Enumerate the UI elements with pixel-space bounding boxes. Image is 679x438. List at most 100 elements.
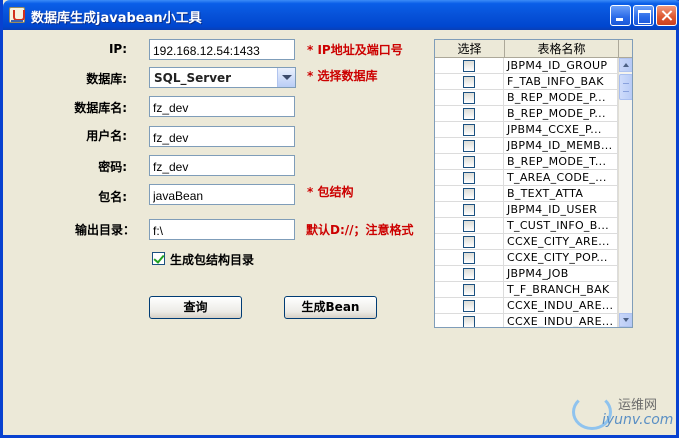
table-row[interactable]: JBPM4_ID_GROUP bbox=[435, 58, 618, 74]
output-dir-label: 输出目录： bbox=[74, 223, 135, 237]
row-select-checkbox[interactable] bbox=[463, 172, 475, 184]
row-select-checkbox[interactable] bbox=[463, 156, 475, 168]
row-select-checkbox[interactable] bbox=[463, 204, 475, 216]
output-dir-hint: 默认D://；注意格式 bbox=[306, 223, 414, 237]
table-row[interactable]: T_F_BRANCH_BAK bbox=[435, 282, 618, 298]
ip-label: IP: bbox=[108, 42, 127, 56]
row-select-cell bbox=[435, 250, 504, 266]
password-label: 密码: bbox=[98, 160, 127, 174]
table-row[interactable]: JBPM4_ID_MEMB... bbox=[435, 138, 618, 154]
username-label: 用户名: bbox=[86, 129, 127, 143]
scroll-down-icon[interactable] bbox=[619, 313, 632, 327]
row-table-name: T_CUST_INFO_B... bbox=[505, 218, 618, 234]
row-select-checkbox[interactable] bbox=[463, 252, 475, 264]
table-row[interactable]: T_AREA_CODE_... bbox=[435, 170, 618, 186]
row-select-checkbox[interactable] bbox=[463, 284, 475, 296]
output-dir-field[interactable] bbox=[149, 219, 295, 240]
password-field[interactable] bbox=[149, 155, 295, 176]
title-bar[interactable]: 数据库生成javabean小工具 bbox=[3, 0, 679, 30]
table-row[interactable]: B_REP_MODE_P... bbox=[435, 106, 618, 122]
watermark-cn: 运维网 bbox=[618, 398, 658, 413]
table-row[interactable]: JBPM4_JOB bbox=[435, 266, 618, 282]
gen-package-dirs-checkbox[interactable] bbox=[152, 252, 165, 265]
package-field[interactable] bbox=[149, 184, 295, 205]
table-row[interactable]: F_TAB_INFO_BAK bbox=[435, 74, 618, 90]
row-table-name: JBPM4_ID_USER bbox=[505, 202, 618, 218]
row-select-cell bbox=[435, 170, 504, 186]
row-table-name: CCXE_CITY_POP... bbox=[505, 250, 618, 266]
row-table-name: T_AREA_CODE_... bbox=[505, 170, 618, 186]
row-table-name: JBPM4_ID_MEMB... bbox=[505, 138, 618, 154]
db-name-field[interactable] bbox=[149, 96, 295, 117]
row-select-cell bbox=[435, 202, 504, 218]
row-select-cell bbox=[435, 106, 504, 122]
row-table-name: CCXE_INDU_ARE... bbox=[505, 298, 618, 314]
table-header: 选择 表格名称 bbox=[435, 40, 632, 58]
row-select-cell bbox=[435, 74, 504, 90]
db-type-label: 数据库: bbox=[86, 72, 127, 86]
row-select-checkbox[interactable] bbox=[463, 76, 475, 88]
gen-package-dirs-label: 生成包结构目录 bbox=[170, 253, 255, 267]
row-select-cell bbox=[435, 282, 504, 298]
table-row[interactable]: JBPM4_ID_USER bbox=[435, 202, 618, 218]
scroll-thumb[interactable] bbox=[619, 74, 632, 100]
query-button[interactable]: 查询 bbox=[149, 296, 242, 319]
row-select-checkbox[interactable] bbox=[463, 60, 475, 72]
table-row[interactable]: CCXE_CITY_ARE... bbox=[435, 234, 618, 250]
row-select-checkbox[interactable] bbox=[463, 300, 475, 312]
row-select-checkbox[interactable] bbox=[463, 124, 475, 136]
chevron-down-icon[interactable] bbox=[277, 68, 295, 87]
row-select-checkbox[interactable] bbox=[463, 316, 475, 327]
watermark-en: iyunv.com bbox=[602, 412, 674, 428]
table-row[interactable]: CCXE_INDU_ARE... bbox=[435, 298, 618, 314]
table-row[interactable]: CCXE_CITY_POP... bbox=[435, 250, 618, 266]
table-row[interactable]: JPBM4_CCXE_P... bbox=[435, 122, 618, 138]
table-row[interactable]: B_REP_MODE_T... bbox=[435, 154, 618, 170]
db-type-select[interactable]: SQL_Server bbox=[149, 67, 296, 88]
row-table-name: B_TEXT_ATTA bbox=[505, 186, 618, 202]
package-label: 包名: bbox=[98, 190, 127, 204]
watermark: 运维网 iyunv.com bbox=[572, 390, 674, 435]
java-cup-icon bbox=[9, 7, 25, 23]
username-field[interactable] bbox=[149, 126, 295, 147]
minimize-button[interactable] bbox=[610, 5, 631, 26]
row-table-name: JBPM4_JOB bbox=[505, 266, 618, 282]
db-name-label: 数据库名: bbox=[74, 101, 127, 115]
ip-field[interactable] bbox=[149, 39, 295, 60]
row-select-cell bbox=[435, 138, 504, 154]
row-select-cell bbox=[435, 234, 504, 250]
package-hint: * 包结构 bbox=[307, 185, 354, 199]
vertical-scrollbar[interactable] bbox=[618, 58, 632, 327]
row-select-cell bbox=[435, 218, 504, 234]
row-select-cell bbox=[435, 58, 504, 74]
row-select-cell bbox=[435, 154, 504, 170]
row-select-checkbox[interactable] bbox=[463, 268, 475, 280]
maximize-button[interactable] bbox=[633, 5, 654, 26]
column-header-select[interactable]: 选择 bbox=[435, 40, 505, 58]
row-select-checkbox[interactable] bbox=[463, 108, 475, 120]
db-type-hint: * 选择数据库 bbox=[307, 69, 378, 83]
row-table-name: JBPM4_ID_GROUP bbox=[505, 58, 618, 74]
row-select-checkbox[interactable] bbox=[463, 236, 475, 248]
generate-bean-button[interactable]: 生成Bean bbox=[284, 296, 377, 319]
table-row[interactable]: T_CUST_INFO_B... bbox=[435, 218, 618, 234]
row-table-name: T_F_BRANCH_BAK bbox=[505, 282, 618, 298]
table-body: JBPM4_ID_GROUP F_TAB_INFO_BAK B_REP_MODE_P… bbox=[435, 58, 618, 327]
row-table-name: B_REP_MODE_P... bbox=[505, 90, 618, 106]
row-select-checkbox[interactable] bbox=[463, 188, 475, 200]
row-select-cell bbox=[435, 90, 504, 106]
row-select-cell bbox=[435, 122, 504, 138]
row-select-checkbox[interactable] bbox=[463, 220, 475, 232]
row-table-name: B_REP_MODE_P... bbox=[505, 106, 618, 122]
table-row[interactable]: B_TEXT_ATTA bbox=[435, 186, 618, 202]
close-button[interactable] bbox=[656, 5, 677, 26]
row-table-name: JPBM4_CCXE_P... bbox=[505, 122, 618, 138]
table-row[interactable]: B_REP_MODE_P... bbox=[435, 90, 618, 106]
scroll-up-icon[interactable] bbox=[619, 58, 632, 72]
table-list: 选择 表格名称 JBPM4_ID_GROUP F_TAB_INFO_BAK B_RE… bbox=[434, 39, 633, 328]
row-select-checkbox[interactable] bbox=[463, 140, 475, 152]
table-row[interactable]: CCXE_INDU_ARE... bbox=[435, 314, 618, 327]
column-header-table-name[interactable]: 表格名称 bbox=[505, 40, 619, 58]
row-table-name: B_REP_MODE_T... bbox=[505, 154, 618, 170]
row-select-checkbox[interactable] bbox=[463, 92, 475, 104]
